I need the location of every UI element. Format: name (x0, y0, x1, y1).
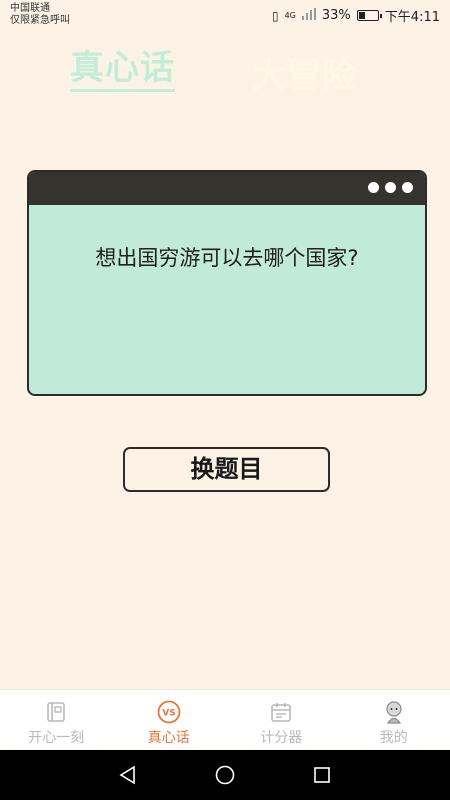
nav-label-jokes: 开心一刻 (28, 730, 85, 746)
nav-item-jokes[interactable]: 开心一刻 (0, 690, 113, 749)
network-type: 4G (284, 11, 296, 20)
nav-item-mine[interactable]: 我的 (338, 690, 450, 749)
status-icons: ▯ 4G 33% 下午4:11 (272, 6, 440, 25)
bottom-nav: 开心一刻 VS 真心话 计分器 我的 (0, 689, 450, 749)
recents-icon[interactable] (307, 760, 337, 790)
calendar-icon (271, 703, 292, 722)
battery-percent: 33% (321, 8, 351, 23)
carrier-name: 中国联通 (10, 3, 50, 14)
nav-label-truth: 真心话 (147, 730, 190, 746)
emergency-text: 仅限紧急呼叫 (10, 15, 70, 26)
vibrate-icon: ▯ (271, 8, 279, 23)
nav-label-scorer: 计分器 (260, 730, 303, 746)
home-icon[interactable] (210, 760, 240, 790)
tab-dare[interactable]: 大冒险 (252, 48, 357, 97)
status-bar: 中国联通 仅限紧急呼叫 ▯ 4G 33% 下午4:11 (0, 0, 450, 30)
back-icon[interactable] (113, 760, 143, 790)
question-card: 想出国穷游可以去哪个国家? (27, 170, 427, 396)
mode-tabs: 真心话 大冒险 (0, 40, 450, 95)
nav-item-scorer[interactable]: 计分器 (225, 690, 338, 749)
tab-truth[interactable]: 真心话 (70, 40, 175, 92)
battery-icon (356, 10, 382, 21)
question-text: 想出国穷游可以去哪个国家? (95, 246, 359, 270)
system-nav-bar (0, 750, 450, 800)
signal-icon (301, 8, 316, 23)
card-header (29, 172, 425, 205)
more-dots-icon (368, 182, 413, 193)
avatar-icon (386, 701, 402, 724)
svg-text:VS: VS (162, 709, 175, 719)
clock: 下午4:11 (384, 10, 440, 25)
notebook-icon (47, 702, 66, 722)
nav-item-truth[interactable]: VS 真心话 (113, 690, 226, 749)
vs-icon: VS (157, 700, 181, 724)
nav-label-mine: 我的 (379, 730, 408, 746)
carrier-info: 中国联通 仅限紧急呼叫 (10, 3, 70, 27)
change-question-button[interactable]: 换题目 (123, 447, 330, 492)
